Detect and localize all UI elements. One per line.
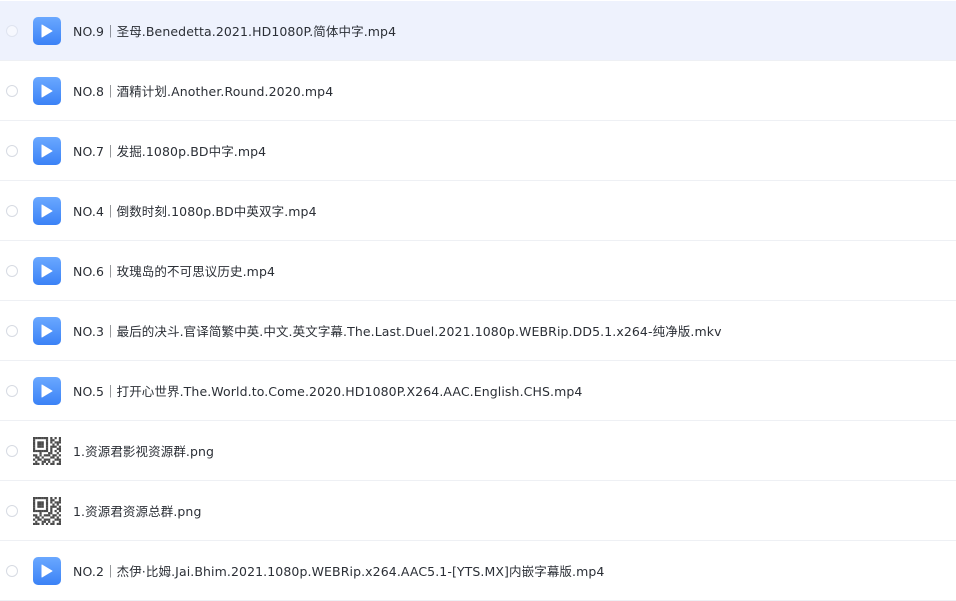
row-checkbox[interactable] [6, 144, 18, 157]
qr-code-image-icon [33, 436, 61, 465]
play-video-icon [33, 556, 61, 585]
file-row[interactable]: NO.3｜最后的决斗.官译简繁中英.中文.英文字幕.The.Last.Duel.… [0, 301, 956, 361]
play-video-icon [33, 316, 61, 345]
file-row[interactable]: 1.资源君资源总群.png [0, 481, 956, 541]
play-video-icon [33, 196, 61, 225]
file-row[interactable]: NO.5｜打开心世界.The.World.to.Come.2020.HD1080… [0, 361, 956, 421]
row-checkbox[interactable] [6, 24, 18, 37]
play-video-icon [33, 136, 61, 165]
file-name[interactable]: NO.9｜圣母.Benedetta.2021.HD1080P.简体中字.mp4 [73, 21, 396, 40]
file-name[interactable]: 1.资源君资源总群.png [73, 501, 202, 520]
file-name[interactable]: 1.资源君影视资源群.png [73, 441, 214, 460]
file-name[interactable]: NO.5｜打开心世界.The.World.to.Come.2020.HD1080… [73, 381, 582, 400]
play-video-icon [33, 16, 61, 45]
play-video-icon [33, 76, 61, 105]
row-checkbox[interactable] [6, 324, 18, 337]
file-name[interactable]: NO.8｜酒精计划.Another.Round.2020.mp4 [73, 81, 333, 100]
play-video-icon [33, 376, 61, 405]
row-checkbox[interactable] [6, 444, 18, 457]
row-checkbox[interactable] [6, 264, 18, 277]
file-row[interactable]: NO.8｜酒精计划.Another.Round.2020.mp4 [0, 61, 956, 121]
qr-code-image-icon [33, 496, 61, 525]
file-row[interactable]: NO.6｜玫瑰岛的不可思议历史.mp4 [0, 241, 956, 301]
file-name[interactable]: NO.4｜倒数时刻.1080p.BD中英双字.mp4 [73, 201, 317, 220]
file-row[interactable]: 1.资源君影视资源群.png [0, 421, 956, 481]
row-checkbox[interactable] [6, 504, 18, 517]
file-row[interactable]: NO.7｜发掘.1080p.BD中字.mp4 [0, 121, 956, 181]
file-name[interactable]: NO.2｜杰伊·比姆.Jai.Bhim.2021.1080p.WEBRip.x2… [73, 561, 604, 580]
file-list: NO.9｜圣母.Benedetta.2021.HD1080P.简体中字.mp4 N… [0, 0, 956, 601]
row-checkbox[interactable] [6, 384, 18, 397]
file-row[interactable]: NO.2｜杰伊·比姆.Jai.Bhim.2021.1080p.WEBRip.x2… [0, 541, 956, 601]
row-checkbox[interactable] [6, 84, 18, 97]
file-row[interactable]: NO.9｜圣母.Benedetta.2021.HD1080P.简体中字.mp4 [0, 1, 956, 61]
file-name[interactable]: NO.7｜发掘.1080p.BD中字.mp4 [73, 141, 266, 160]
row-checkbox[interactable] [6, 564, 18, 577]
file-name[interactable]: NO.6｜玫瑰岛的不可思议历史.mp4 [73, 261, 275, 280]
file-row[interactable]: NO.4｜倒数时刻.1080p.BD中英双字.mp4 [0, 181, 956, 241]
play-video-icon [33, 256, 61, 285]
row-checkbox[interactable] [6, 204, 18, 217]
file-name[interactable]: NO.3｜最后的决斗.官译简繁中英.中文.英文字幕.The.Last.Duel.… [73, 321, 722, 340]
